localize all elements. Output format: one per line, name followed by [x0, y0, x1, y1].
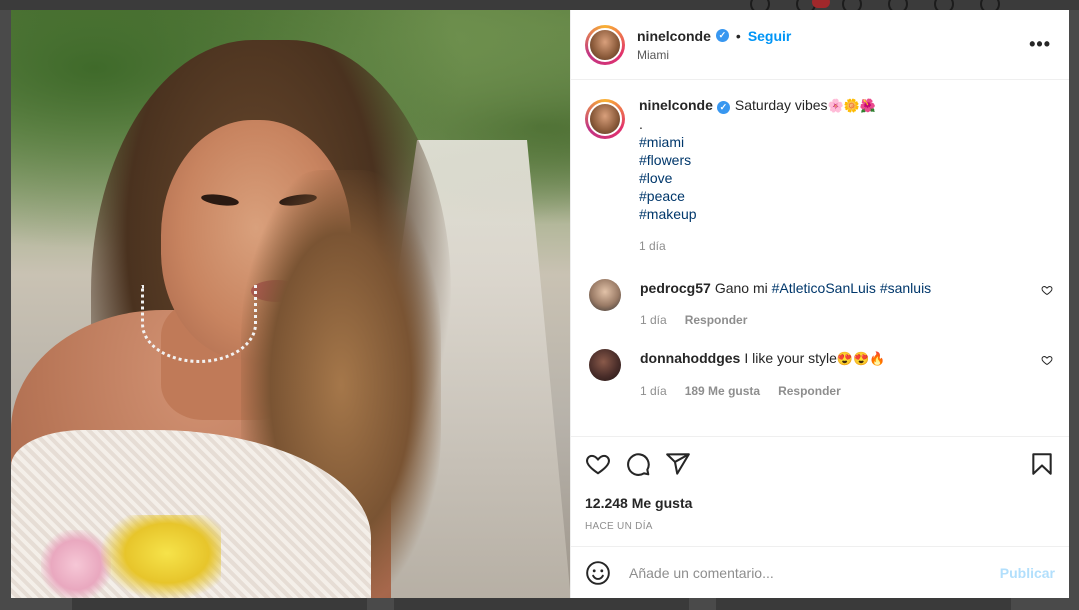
hashtag-link[interactable]: #love: [639, 169, 876, 187]
author-avatar[interactable]: [585, 24, 625, 65]
comment-input[interactable]: [627, 563, 1000, 582]
comment-emojis: 😍😍🔥: [836, 351, 886, 366]
post-header: ninelconde ✓ • Seguir Miami •••: [571, 10, 1069, 80]
comment-text: I like your style: [744, 350, 837, 366]
hashtag-link[interactable]: #sanluis: [880, 280, 931, 296]
comment-heart-icon[interactable]: [1041, 354, 1053, 366]
commenter-avatar[interactable]: [589, 279, 621, 311]
caption: ninelconde ✓ Saturday vibes🌸🌼🌺 . #miami #f…: [585, 96, 1055, 255]
commenter-username[interactable]: donnahoddges: [640, 350, 740, 366]
post-side-panel: ninelconde ✓ • Seguir Miami ••• ninelcon…: [570, 10, 1069, 598]
bookmark-icon[interactable]: [1029, 451, 1055, 477]
verified-badge-icon: ✓: [716, 100, 730, 114]
caption-dot-line: .: [639, 116, 643, 132]
post-modal: ninelconde ✓ • Seguir Miami ••• ninelcon…: [11, 10, 1069, 598]
comment-heart-icon[interactable]: [1041, 284, 1053, 296]
comment-text: Gano mi: [714, 280, 768, 296]
comment-likes[interactable]: 189 Me gusta: [685, 382, 760, 400]
caption-text: Saturday vibes: [734, 97, 828, 113]
reply-button[interactable]: Responder: [778, 382, 841, 400]
add-comment-bar: Publicar: [571, 546, 1069, 598]
hashtag-link[interactable]: #miami: [639, 133, 876, 151]
comment-item: donnahoddges I like your style😍😍🔥 1 día 1…: [585, 349, 1055, 400]
likes-count[interactable]: 12.248 Me gusta: [585, 495, 1055, 511]
hashtag-link[interactable]: #makeup: [639, 205, 876, 223]
hashtag-link[interactable]: #peace: [639, 187, 876, 205]
background-grid-tile: [716, 598, 1011, 610]
share-icon[interactable]: [665, 451, 691, 477]
post-photo[interactable]: [11, 10, 570, 598]
verified-badge-icon: ✓: [715, 29, 729, 42]
caption-time[interactable]: 1 día: [639, 237, 666, 255]
post-timestamp[interactable]: HACE UN DÍA: [585, 521, 1055, 532]
post-location[interactable]: Miami: [637, 48, 791, 62]
follow-button[interactable]: Seguir: [748, 28, 792, 44]
commenter-username[interactable]: pedrocg57: [640, 280, 711, 296]
background-grid-tile: [72, 598, 367, 610]
emoji-icon[interactable]: [585, 560, 611, 586]
commenter-avatar[interactable]: [589, 349, 621, 381]
hashtag-link[interactable]: #AtleticoSanLuis: [772, 280, 876, 296]
background-grid-tile: [394, 598, 689, 610]
comment-time[interactable]: 1 día: [640, 311, 667, 329]
heart-icon[interactable]: [585, 451, 611, 477]
caption-avatar[interactable]: [585, 99, 625, 139]
comment-item: pedrocg57 Gano mi #AtleticoSanLuis #sanlu…: [585, 279, 1055, 329]
more-icon[interactable]: •••: [1029, 34, 1051, 55]
author-username[interactable]: ninelconde: [637, 28, 711, 44]
comments-section[interactable]: ninelconde ✓ Saturday vibes🌸🌼🌺 . #miami #f…: [571, 80, 1069, 436]
caption-username[interactable]: ninelconde: [639, 97, 713, 113]
caption-emojis: 🌸🌼🌺: [827, 98, 877, 113]
publish-button[interactable]: Publicar: [1000, 565, 1055, 581]
comment-time[interactable]: 1 día: [640, 382, 667, 400]
comment-icon[interactable]: [625, 451, 651, 477]
separator-dot: •: [735, 27, 741, 44]
hashtag-link[interactable]: #flowers: [639, 151, 876, 169]
post-actions: 12.248 Me gusta HACE UN DÍA: [571, 436, 1069, 546]
reply-button[interactable]: Responder: [685, 311, 748, 329]
background-notification-badge: [812, 0, 830, 8]
